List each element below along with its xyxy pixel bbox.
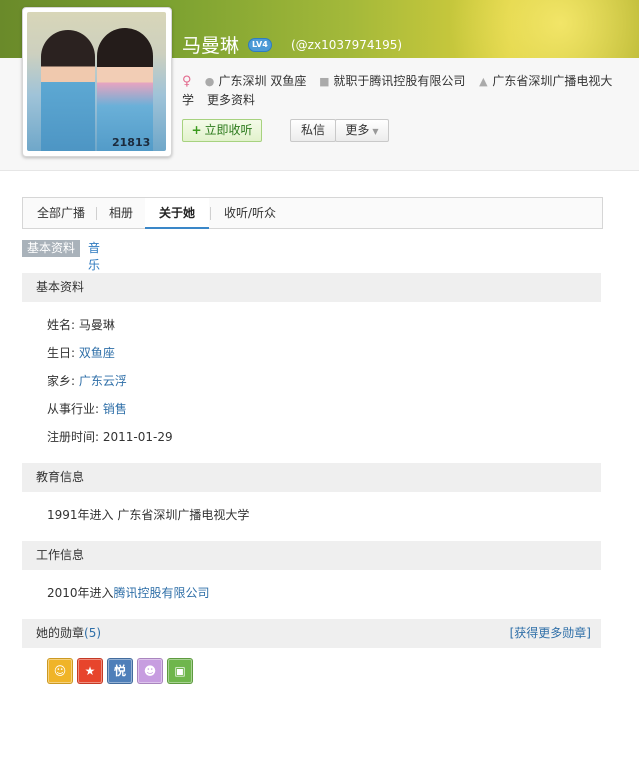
more-medals-link[interactable]: [获得更多勋章] — [510, 619, 591, 648]
briefcase-icon: ■ — [319, 75, 330, 88]
field-label: 注册时间: — [47, 430, 100, 444]
chevron-down-icon: ▼ — [372, 127, 379, 136]
medal-green-icon[interactable]: ▣ — [167, 658, 193, 684]
name-row: 姓名: 马曼琳 — [47, 316, 115, 333]
work-company-link[interactable]: 腾讯控股有限公司 — [114, 586, 210, 600]
section-title: 基本资料 — [36, 280, 85, 294]
company-text: 就职于腾讯控股有限公司 — [333, 74, 466, 88]
hometown-row: 家乡: 广东云浮 — [47, 372, 127, 389]
location-text: 广东深圳 双鱼座 — [218, 74, 307, 88]
tab-album[interactable]: 相册 — [97, 198, 145, 228]
education-row: 1991年进入 广东省深圳广播电视大学 — [47, 508, 250, 522]
photo-person-left — [41, 30, 95, 151]
medal-star-icon[interactable]: ★ — [77, 658, 103, 684]
profile-name: 马曼琳 — [182, 35, 240, 57]
industry-link[interactable]: 销售 — [103, 402, 127, 416]
field-label: 从事行业: — [47, 402, 100, 416]
tab-all-broadcasts[interactable]: 全部广播 — [25, 198, 97, 228]
hometown-link[interactable]: 广东云浮 — [79, 374, 127, 388]
avatar-photo: 21813 — [27, 12, 166, 151]
section-basic-info: 基本资料 — [22, 273, 601, 302]
field-value: 2011-01-29 — [102, 430, 173, 444]
avatar[interactable]: 21813 — [22, 7, 172, 157]
more-info-link[interactable]: 更多资料 — [207, 91, 255, 108]
section-title: 教育信息 — [36, 470, 85, 484]
tab-followers[interactable]: 收听/听众 — [211, 198, 289, 228]
graduation-cap-icon: ▲ — [479, 75, 488, 88]
birthday-row: 生日: 双鱼座 — [47, 344, 115, 361]
photo-caption: 21813 — [112, 136, 151, 149]
work-row: 2010年进入腾讯控股有限公司 — [47, 584, 210, 601]
more-button[interactable]: 更多 ▼ — [335, 119, 389, 142]
section-medals: 她的勋章(5) [获得更多勋章] — [22, 619, 601, 648]
work-year: 2010年进入 — [47, 586, 114, 600]
follow-label: 立即收听 — [204, 123, 253, 137]
field-label: 生日: — [47, 346, 76, 360]
female-icon: ♀ — [182, 74, 192, 89]
plus-icon: + — [191, 123, 202, 137]
medals-title: 她的勋章(5) — [36, 619, 101, 648]
industry-row: 从事行业: 销售 — [47, 400, 127, 417]
field-label: 家乡: — [47, 374, 76, 388]
school-text: 广东省深圳广播电视大 — [492, 74, 613, 88]
tab-about[interactable]: 关于她 — [145, 198, 209, 229]
section-education: 教育信息 — [22, 463, 601, 492]
medal-smile-icon[interactable]: ☺ — [47, 658, 73, 684]
profile-handle: (@zx1037974195) — [291, 38, 403, 52]
medal-calligraphy-icon[interactable]: 悦 — [107, 658, 133, 684]
location-icon: ● — [204, 75, 215, 88]
register-row: 注册时间: 2011-01-29 — [47, 428, 173, 445]
level-badge[interactable]: LV4 — [248, 38, 272, 52]
follow-button[interactable]: + 立即收听 — [182, 119, 262, 142]
photo-person-right — [97, 28, 153, 151]
subnav-music[interactable]: 音乐 — [88, 240, 100, 274]
field-label: 姓名: — [47, 318, 76, 332]
profile-info: ♀ ● 广东深圳 双鱼座 ■ 就职于腾讯控股有限公司 ▲ 广东省深圳广播电视大 — [182, 72, 632, 91]
medal-count: (5) — [84, 626, 102, 640]
section-title: 她的勋章 — [36, 626, 85, 640]
message-button[interactable]: 私信 — [290, 119, 336, 142]
profile-tabs: 全部广播 相册 关于她 收听/听众 — [22, 197, 603, 229]
birthday-link[interactable]: 双鱼座 — [79, 346, 115, 360]
more-label: 更多 — [345, 123, 370, 137]
school-text-cont: 学 — [182, 93, 195, 107]
field-value: 马曼琳 — [78, 318, 115, 332]
section-work: 工作信息 — [22, 541, 601, 570]
subnav-basic-info[interactable]: 基本资料 — [22, 240, 80, 257]
section-title: 工作信息 — [36, 548, 85, 562]
medal-pink-face-icon[interactable]: ☻ — [137, 658, 163, 684]
